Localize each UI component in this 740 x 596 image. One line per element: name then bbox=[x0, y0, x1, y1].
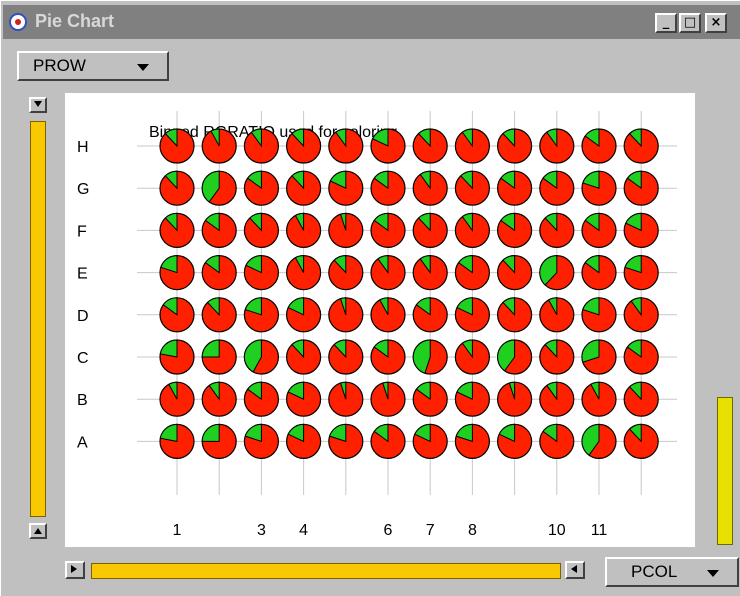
app-icon[interactable] bbox=[9, 13, 27, 31]
row-label-e: E bbox=[77, 266, 88, 283]
row-label-b: B bbox=[77, 392, 88, 409]
col-label-10: 10 bbox=[548, 522, 566, 539]
minimize-button[interactable]: _ bbox=[655, 13, 677, 33]
title-bar[interactable]: Pie Chart _ □ × bbox=[3, 5, 740, 39]
scroll-down-button[interactable] bbox=[29, 97, 47, 113]
pie-slice-green bbox=[159, 339, 178, 358]
column-variable-dropdown[interactable]: PCOL bbox=[605, 557, 739, 587]
column-variable-label: PCOL bbox=[631, 562, 678, 581]
plot-area: Binned RGRATIO used for coloring A B C D E F G H… bbox=[65, 93, 695, 547]
horizontal-scroll-track[interactable] bbox=[91, 563, 561, 579]
row-label-a: A bbox=[77, 434, 88, 451]
row-label-c: C bbox=[77, 350, 89, 367]
row-label-d: D bbox=[77, 308, 89, 325]
right-slider[interactable] bbox=[717, 397, 733, 545]
pie-grid-chart: Binned RGRATIO used for coloringABCDEFGH… bbox=[77, 111, 677, 539]
pie-slice-green bbox=[201, 423, 220, 442]
vertical-scroll-track[interactable] bbox=[30, 121, 46, 517]
row-label-g: G bbox=[77, 181, 89, 198]
row-variable-label: PROW bbox=[33, 56, 86, 75]
row-label-f: F bbox=[77, 223, 87, 240]
col-label-8: 8 bbox=[468, 522, 477, 539]
col-label-11: 11 bbox=[591, 522, 608, 539]
scroll-right-button[interactable] bbox=[65, 561, 85, 579]
window-title: Pie Chart bbox=[35, 11, 115, 31]
col-label-3: 3 bbox=[257, 522, 266, 539]
horizontal-scrollbar[interactable] bbox=[63, 559, 589, 583]
row-label-h: H bbox=[77, 139, 89, 156]
row-variable-dropdown[interactable]: PROW bbox=[17, 51, 169, 81]
scroll-up-button[interactable] bbox=[29, 523, 47, 539]
col-label-4: 4 bbox=[299, 522, 308, 539]
pie-chart-window: Pie Chart _ □ × PROW Binned RGRATIO used… bbox=[0, 0, 740, 596]
scroll-left-button[interactable] bbox=[565, 561, 585, 579]
chevron-down-icon bbox=[137, 64, 149, 71]
col-label-1: 1 bbox=[173, 522, 182, 539]
col-label-7: 7 bbox=[426, 522, 435, 539]
maximize-button[interactable]: □ bbox=[679, 13, 701, 33]
close-button[interactable]: × bbox=[705, 13, 727, 33]
chevron-down-icon bbox=[707, 570, 719, 577]
vertical-scrollbar[interactable] bbox=[27, 97, 51, 541]
arrow-right-icon bbox=[71, 565, 77, 573]
col-label-6: 6 bbox=[384, 522, 393, 539]
pie-slice-green bbox=[201, 339, 220, 358]
arrow-down-icon bbox=[34, 101, 42, 107]
pie-slice-green bbox=[159, 423, 178, 443]
arrow-up-icon bbox=[34, 528, 42, 534]
arrow-left-icon bbox=[571, 565, 577, 573]
